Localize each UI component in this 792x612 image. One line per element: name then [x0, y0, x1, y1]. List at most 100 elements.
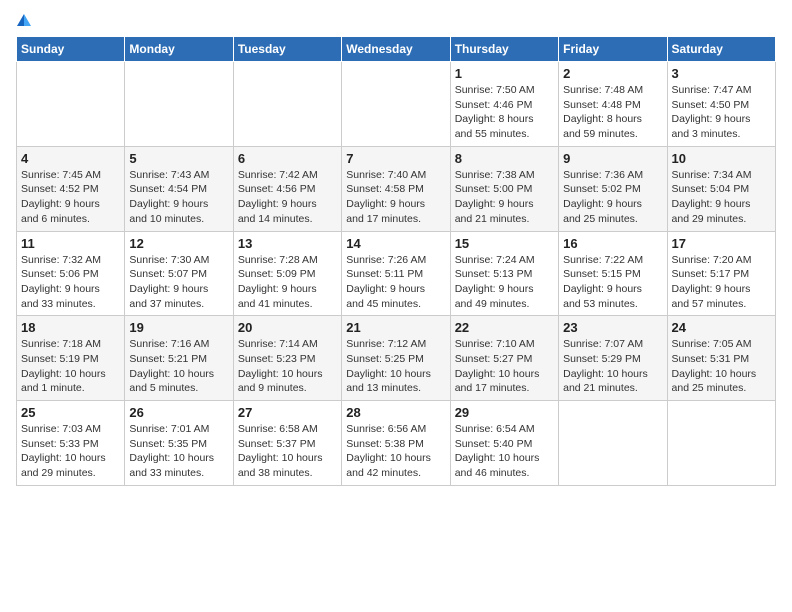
calendar-header: SundayMondayTuesdayWednesdayThursdayFrid… — [17, 37, 776, 62]
weekday-header: Monday — [125, 37, 233, 62]
calendar-cell: 12Sunrise: 7:30 AM Sunset: 5:07 PM Dayli… — [125, 231, 233, 316]
day-info: Sunrise: 7:45 AM Sunset: 4:52 PM Dayligh… — [21, 168, 120, 227]
day-number: 2 — [563, 66, 662, 81]
day-number: 14 — [346, 236, 445, 251]
day-info: Sunrise: 7:32 AM Sunset: 5:06 PM Dayligh… — [21, 253, 120, 312]
day-info: Sunrise: 7:28 AM Sunset: 5:09 PM Dayligh… — [238, 253, 337, 312]
calendar-cell: 13 Sunrise: 7:28 AM Sunset: 5:09 PM Dayli… — [233, 231, 341, 316]
calendar-cell: 25 Sunrise: 7:03 AM Sunset: 5:33 PM Dayli… — [17, 401, 125, 486]
day-number: 16 — [563, 236, 662, 251]
day-number: 4 — [21, 151, 120, 166]
day-number: 25 — [21, 405, 120, 420]
day-info: Sunrise: 7:40 AM Sunset: 4:58 PM Dayligh… — [346, 168, 445, 227]
calendar-cell: 23 Sunrise: 7:07 AM Sunset: 5:29 PM Dayli… — [559, 316, 667, 401]
calendar-cell: 21 Sunrise: 7:12 AM Sunset: 5:25 PM Dayli… — [342, 316, 450, 401]
day-number: 23 — [563, 320, 662, 335]
day-info: Sunrise: 6:54 AM Sunset: 5:40 PM Dayligh… — [455, 422, 554, 481]
day-number: 29 — [455, 405, 554, 420]
day-number: 26 — [129, 405, 228, 420]
day-info: Sunrise: 7:47 AM Sunset: 4:50 PM Dayligh… — [672, 83, 771, 142]
calendar-cell — [125, 62, 233, 147]
day-number: 17 — [672, 236, 771, 251]
calendar-cell: 18 Sunrise: 7:18 AM Sunset: 5:19 PM Dayli… — [17, 316, 125, 401]
calendar-cell: 9 Sunrise: 7:36 AM Sunset: 5:02 PM Daylig… — [559, 146, 667, 231]
header — [16, 16, 776, 28]
day-info: Sunrise: 6:56 AM Sunset: 5:38 PM Dayligh… — [346, 422, 445, 481]
day-number: 11 — [21, 236, 120, 251]
calendar-cell: 17 Sunrise: 7:20 AM Sunset: 5:17 PM Dayli… — [667, 231, 775, 316]
day-number: 21 — [346, 320, 445, 335]
day-info: Sunrise: 7:48 AM Sunset: 4:48 PM Dayligh… — [563, 83, 662, 142]
day-info: Sunrise: 7:42 AM Sunset: 4:56 PM Dayligh… — [238, 168, 337, 227]
calendar-cell: 24 Sunrise: 7:05 AM Sunset: 5:31 PM Dayli… — [667, 316, 775, 401]
calendar-cell: 22Sunrise: 7:10 AM Sunset: 5:27 PM Dayli… — [450, 316, 558, 401]
calendar-cell: 15Sunrise: 7:24 AM Sunset: 5:13 PM Dayli… — [450, 231, 558, 316]
calendar-cell: 27 Sunrise: 6:58 AM Sunset: 5:37 PM Dayli… — [233, 401, 341, 486]
calendar-cell: 29 Sunrise: 6:54 AM Sunset: 5:40 PM Dayli… — [450, 401, 558, 486]
day-info: Sunrise: 7:36 AM Sunset: 5:02 PM Dayligh… — [563, 168, 662, 227]
weekday-header: Wednesday — [342, 37, 450, 62]
day-info: Sunrise: 7:30 AM Sunset: 5:07 PM Dayligh… — [129, 253, 228, 312]
day-info: Sunrise: 7:22 AM Sunset: 5:15 PM Dayligh… — [563, 253, 662, 312]
weekday-header: Tuesday — [233, 37, 341, 62]
day-info: Sunrise: 7:50 AM Sunset: 4:46 PM Dayligh… — [455, 83, 554, 142]
calendar-cell — [17, 62, 125, 147]
day-info: Sunrise: 7:01 AM Sunset: 5:35 PM Dayligh… — [129, 422, 228, 481]
weekday-header: Thursday — [450, 37, 558, 62]
logo-triangle-icon — [17, 14, 24, 26]
day-number: 5 — [129, 151, 228, 166]
calendar-body: 1 Sunrise: 7:50 AM Sunset: 4:46 PM Daylig… — [17, 62, 776, 486]
calendar-cell: 20 Sunrise: 7:14 AM Sunset: 5:23 PM Dayli… — [233, 316, 341, 401]
day-number: 9 — [563, 151, 662, 166]
calendar-cell: 26 Sunrise: 7:01 AM Sunset: 5:35 PM Dayli… — [125, 401, 233, 486]
day-info: Sunrise: 7:14 AM Sunset: 5:23 PM Dayligh… — [238, 337, 337, 396]
calendar-cell: 1 Sunrise: 7:50 AM Sunset: 4:46 PM Daylig… — [450, 62, 558, 147]
day-number: 13 — [238, 236, 337, 251]
day-number: 8 — [455, 151, 554, 166]
day-info: Sunrise: 7:05 AM Sunset: 5:31 PM Dayligh… — [672, 337, 771, 396]
calendar-cell: 7 Sunrise: 7:40 AM Sunset: 4:58 PM Daylig… — [342, 146, 450, 231]
calendar-cell: 4 Sunrise: 7:45 AM Sunset: 4:52 PM Daylig… — [17, 146, 125, 231]
day-number: 6 — [238, 151, 337, 166]
calendar-cell — [342, 62, 450, 147]
day-number: 1 — [455, 66, 554, 81]
calendar-cell: 5 Sunrise: 7:43 AM Sunset: 4:54 PM Daylig… — [125, 146, 233, 231]
day-info: Sunrise: 7:03 AM Sunset: 5:33 PM Dayligh… — [21, 422, 120, 481]
day-number: 20 — [238, 320, 337, 335]
day-info: Sunrise: 7:24 AM Sunset: 5:13 PM Dayligh… — [455, 253, 554, 312]
day-info: Sunrise: 7:10 AM Sunset: 5:27 PM Dayligh… — [455, 337, 554, 396]
day-info: Sunrise: 7:16 AM Sunset: 5:21 PM Dayligh… — [129, 337, 228, 396]
calendar-cell: 3 Sunrise: 7:47 AM Sunset: 4:50 PM Daylig… — [667, 62, 775, 147]
header-row: SundayMondayTuesdayWednesdayThursdayFrid… — [17, 37, 776, 62]
calendar-cell: 19 Sunrise: 7:16 AM Sunset: 5:21 PM Dayli… — [125, 316, 233, 401]
calendar-cell: 11 Sunrise: 7:32 AM Sunset: 5:06 PM Dayli… — [17, 231, 125, 316]
day-number: 28 — [346, 405, 445, 420]
calendar-week: 25 Sunrise: 7:03 AM Sunset: 5:33 PM Dayli… — [17, 401, 776, 486]
day-number: 19 — [129, 320, 228, 335]
day-number: 18 — [21, 320, 120, 335]
logo — [16, 16, 31, 28]
day-number: 3 — [672, 66, 771, 81]
day-info: Sunrise: 7:20 AM Sunset: 5:17 PM Dayligh… — [672, 253, 771, 312]
day-info: Sunrise: 7:12 AM Sunset: 5:25 PM Dayligh… — [346, 337, 445, 396]
weekday-header: Saturday — [667, 37, 775, 62]
calendar-cell: 8 Sunrise: 7:38 AM Sunset: 5:00 PM Daylig… — [450, 146, 558, 231]
calendar-week: 18 Sunrise: 7:18 AM Sunset: 5:19 PM Dayli… — [17, 316, 776, 401]
day-number: 7 — [346, 151, 445, 166]
calendar-cell — [233, 62, 341, 147]
calendar-cell: 10Sunrise: 7:34 AM Sunset: 5:04 PM Dayli… — [667, 146, 775, 231]
day-number: 27 — [238, 405, 337, 420]
day-info: Sunrise: 7:38 AM Sunset: 5:00 PM Dayligh… — [455, 168, 554, 227]
calendar-cell: 16 Sunrise: 7:22 AM Sunset: 5:15 PM Dayli… — [559, 231, 667, 316]
day-info: Sunrise: 6:58 AM Sunset: 5:37 PM Dayligh… — [238, 422, 337, 481]
day-info: Sunrise: 7:43 AM Sunset: 4:54 PM Dayligh… — [129, 168, 228, 227]
calendar-week: 4 Sunrise: 7:45 AM Sunset: 4:52 PM Daylig… — [17, 146, 776, 231]
day-number: 10 — [672, 151, 771, 166]
logo-triangle2-icon — [24, 14, 31, 26]
calendar-cell: 6 Sunrise: 7:42 AM Sunset: 4:56 PM Daylig… — [233, 146, 341, 231]
day-info: Sunrise: 7:26 AM Sunset: 5:11 PM Dayligh… — [346, 253, 445, 312]
day-number: 24 — [672, 320, 771, 335]
day-info: Sunrise: 7:18 AM Sunset: 5:19 PM Dayligh… — [21, 337, 120, 396]
day-info: Sunrise: 7:07 AM Sunset: 5:29 PM Dayligh… — [563, 337, 662, 396]
calendar-cell: 14 Sunrise: 7:26 AM Sunset: 5:11 PM Dayli… — [342, 231, 450, 316]
